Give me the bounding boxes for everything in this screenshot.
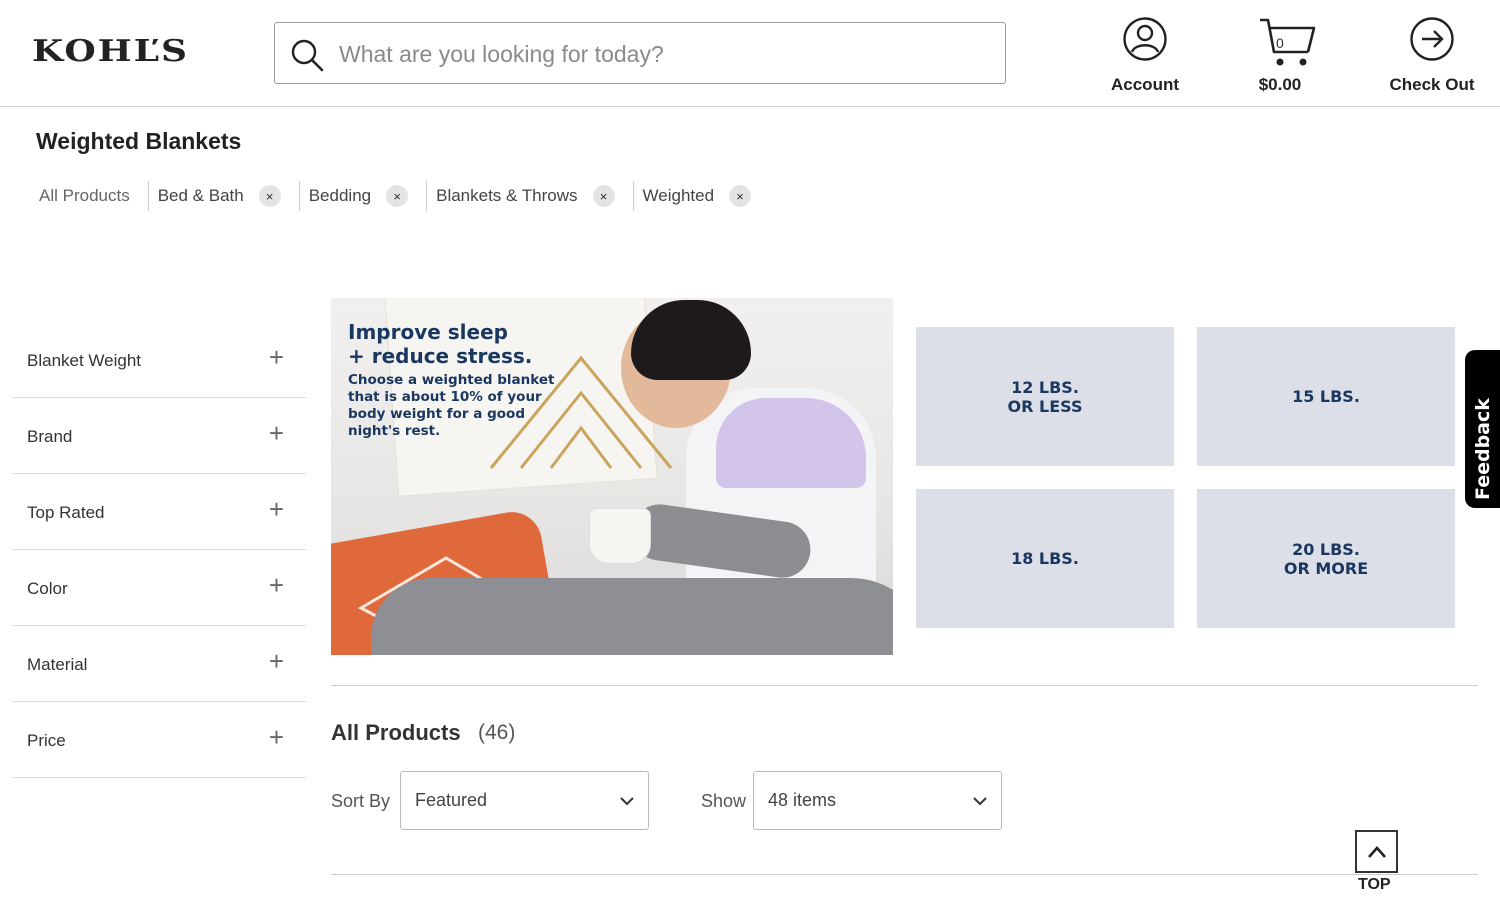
filter-color[interactable]: Color +	[12, 550, 306, 626]
feedback-label: Feedback	[1472, 398, 1494, 500]
breadcrumb-bed-bath: Bed & Bath ×	[149, 180, 299, 212]
hero-banner[interactable]: Improve sleep + reduce stress. Choose a …	[331, 298, 893, 655]
breadcrumb-bedding: Bedding ×	[300, 180, 426, 212]
breadcrumb-label[interactable]: All Products	[39, 186, 130, 206]
breadcrumb: All Products Bed & Bath × Bedding × Blan…	[30, 180, 769, 212]
filter-label: Material	[27, 654, 88, 674]
account-button[interactable]: Account	[1100, 16, 1190, 95]
chevron-up-icon	[1367, 845, 1386, 858]
breadcrumb-blankets-throws: Blankets & Throws ×	[427, 180, 632, 212]
weight-tile-20-or-more[interactable]: 20 LBS. OR MORE	[1197, 489, 1455, 628]
sort-label: Sort By	[331, 791, 391, 811]
feedback-tab[interactable]: Feedback	[1465, 350, 1500, 508]
hero-text: Improve sleep + reduce stress. Choose a …	[348, 320, 563, 440]
tile-label: 20 LBS. OR MORE	[1283, 539, 1369, 578]
search-bar[interactable]	[274, 22, 1006, 84]
show-select[interactable]: 48 items	[753, 771, 1002, 830]
filter-brand[interactable]: Brand +	[12, 398, 306, 474]
chevron-down-icon	[620, 796, 634, 805]
breadcrumb-label[interactable]: Bed & Bath	[158, 186, 244, 206]
plus-icon[interactable]: +	[269, 496, 284, 522]
sort-value: Featured	[415, 790, 488, 810]
close-icon[interactable]: ×	[729, 185, 752, 207]
close-icon[interactable]: ×	[592, 185, 615, 207]
hero-headline-2: + reduce stress.	[348, 344, 533, 368]
filter-price[interactable]: Price +	[12, 702, 306, 778]
divider	[331, 685, 1478, 686]
close-icon[interactable]: ×	[258, 185, 281, 207]
filter-top-rated[interactable]: Top Rated +	[12, 474, 306, 550]
chevron-down-icon	[973, 796, 987, 805]
hero-body-text: Choose a weighted blanket that is about …	[348, 372, 555, 439]
breadcrumb-label[interactable]: Bedding	[309, 186, 371, 206]
filter-blanket-weight[interactable]: Blanket Weight +	[12, 322, 306, 398]
plus-icon[interactable]: +	[269, 648, 284, 674]
plus-icon[interactable]: +	[269, 572, 284, 598]
tile-label: 18 LBS.	[1011, 549, 1079, 568]
account-icon	[1123, 17, 1167, 61]
plus-icon[interactable]: +	[269, 344, 284, 370]
listing-title: All Products	[331, 720, 461, 745]
account-label: Account	[1111, 75, 1179, 94]
hero-person-shirt	[716, 398, 866, 488]
cart-button[interactable]: 0 $0.00	[1235, 16, 1325, 95]
filter-label: Blanket Weight	[27, 350, 142, 370]
page-title: Weighted Blankets	[36, 128, 242, 154]
weight-tile-15[interactable]: 15 LBS.	[1197, 327, 1455, 466]
hero-headline-1: Improve sleep	[348, 320, 508, 344]
filter-sidebar: Blanket Weight + Brand + Top Rated + Col…	[12, 322, 306, 778]
filter-label: Brand	[27, 426, 73, 446]
listing-count: (46)	[478, 721, 516, 744]
hero-person-hair	[631, 300, 751, 380]
cart-count: 0	[1276, 35, 1284, 51]
filter-label: Color	[27, 578, 68, 598]
sort-select[interactable]: Featured	[400, 771, 649, 830]
back-to-top-button[interactable]	[1355, 830, 1398, 873]
search-input[interactable]	[339, 35, 979, 73]
filter-label: Top Rated	[27, 502, 105, 522]
hero-blanket	[371, 578, 893, 655]
tile-label: 12 LBS. OR LESS	[1007, 377, 1083, 416]
cart-total: $0.00	[1258, 75, 1302, 94]
filter-material[interactable]: Material +	[12, 626, 306, 702]
filter-label: Price	[27, 730, 66, 750]
weight-tile-12-or-less[interactable]: 12 LBS. OR LESS	[916, 327, 1174, 466]
back-to-top-label[interactable]: TOP	[1358, 876, 1391, 894]
site-header: KOHĽS Account 0 $0.00 Check Ou	[0, 0, 1500, 107]
plus-icon[interactable]: +	[269, 420, 284, 446]
show-label: Show	[701, 791, 747, 811]
checkout-button[interactable]: Check Out	[1378, 16, 1486, 95]
breadcrumb-label[interactable]: Weighted	[643, 186, 715, 206]
search-icon[interactable]	[289, 37, 325, 73]
checkout-label: Check Out	[1389, 75, 1475, 94]
kohls-logo[interactable]: KOHĽS	[32, 34, 189, 68]
weight-tile-18[interactable]: 18 LBS.	[916, 489, 1174, 628]
divider	[331, 874, 1478, 875]
arrow-right-circle-icon	[1410, 17, 1454, 61]
plus-icon[interactable]: +	[269, 724, 284, 750]
cart-icon	[1259, 18, 1315, 66]
tile-label: 15 LBS.	[1292, 387, 1360, 406]
hero-mug	[589, 508, 651, 564]
breadcrumb-all-products[interactable]: All Products	[30, 180, 148, 212]
breadcrumb-weighted: Weighted ×	[634, 180, 770, 212]
close-icon[interactable]: ×	[386, 185, 409, 207]
breadcrumb-label[interactable]: Blankets & Throws	[436, 186, 577, 206]
show-value: 48 items	[768, 790, 837, 810]
